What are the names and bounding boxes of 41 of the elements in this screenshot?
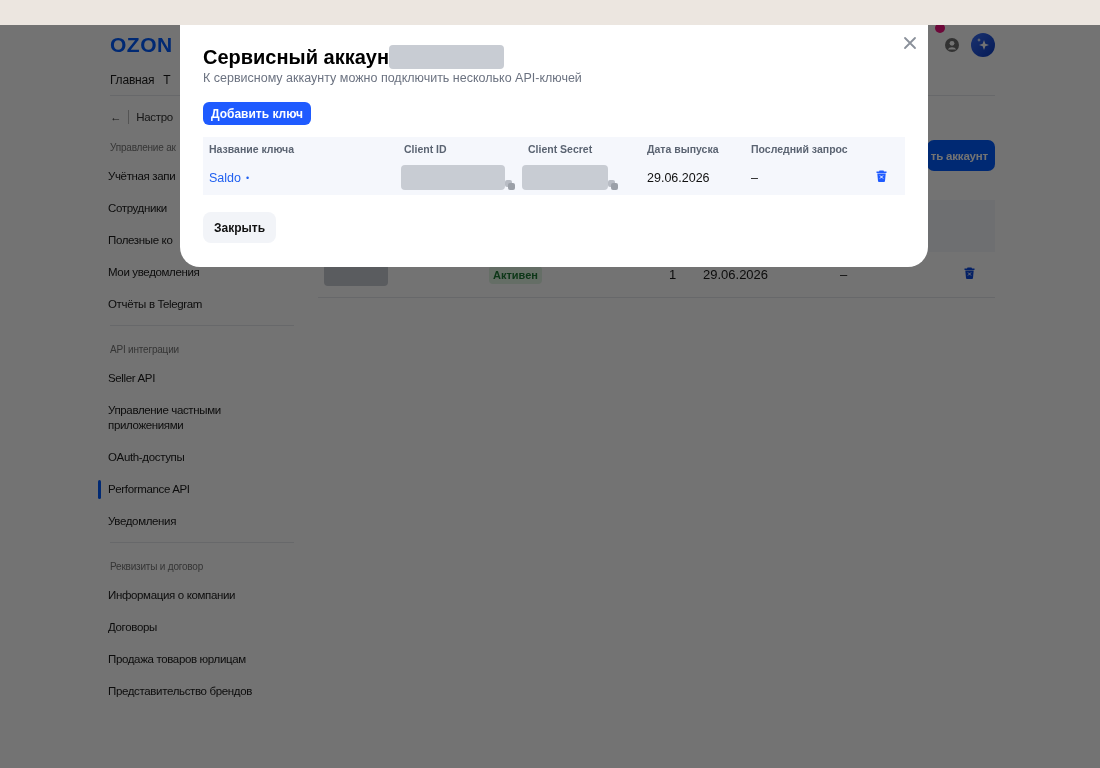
add-key-button[interactable]: Добавить ключ <box>203 102 311 125</box>
key-marker: • <box>246 172 250 183</box>
breadcrumb-item[interactable]: Настро <box>136 111 173 123</box>
sidebar-item[interactable]: Договоры <box>98 612 294 644</box>
table-cell-text: 1 <box>668 267 678 282</box>
column-header: Последний запрос <box>750 142 849 155</box>
table-cell-text: 29.06.2026 <box>703 267 770 282</box>
copy-icon[interactable] <box>608 180 618 190</box>
sidebar-item[interactable]: Представительство брендов <box>98 676 294 708</box>
logo[interactable]: OZON <box>110 33 173 57</box>
nav-tab[interactable]: Т <box>163 73 171 87</box>
sidebar-item[interactable]: Performance API <box>98 474 294 506</box>
close-icon[interactable] <box>902 35 918 51</box>
nav-tab[interactable]: Главная <box>110 73 155 87</box>
dialog-title: Сервисный аккаун <box>203 45 389 69</box>
sidebar-item[interactable]: OAuth-доступы <box>98 442 294 474</box>
column-header: Дата выпуска <box>646 142 720 155</box>
sidebar-item[interactable]: Продажа товаров юрлицам <box>98 644 294 676</box>
column-header: Название ключа <box>208 142 296 155</box>
table-cell-text: – <box>750 170 759 185</box>
sidebar-item[interactable]: Управление частными приложениями <box>98 395 294 442</box>
add-account-button[interactable]: ть аккаунт <box>926 140 995 171</box>
column-header: Client Secret <box>527 142 594 155</box>
dialog-subtitle: К сервисному аккаунту можно подключить несколько API-ключей <box>203 70 583 86</box>
copy-icon[interactable] <box>505 180 515 190</box>
key-name-link[interactable]: Saldo <box>209 170 241 185</box>
sidebar-item[interactable]: Seller API <box>98 363 294 395</box>
sidebar-item[interactable]: Отчёты в Telegram <box>98 289 294 321</box>
back-arrow[interactable]: ← <box>110 111 122 123</box>
trash-icon[interactable] <box>964 267 975 279</box>
sidebar-item[interactable]: Уведомления <box>98 506 294 538</box>
user-icon[interactable] <box>945 38 959 52</box>
trash-icon[interactable] <box>876 170 887 182</box>
sidebar-section-title: Управление ак <box>110 141 176 155</box>
table-cell-text: 29.06.2026 <box>646 170 711 185</box>
sidebar-item[interactable]: Информация о компании <box>98 580 294 612</box>
assistant-icon[interactable] <box>971 33 995 57</box>
column-header: Client ID <box>403 142 448 155</box>
table-cell-text: – <box>840 267 849 282</box>
sidebar-section-title: API интеграции <box>110 343 179 357</box>
close-button[interactable]: Закрыть <box>203 212 277 243</box>
